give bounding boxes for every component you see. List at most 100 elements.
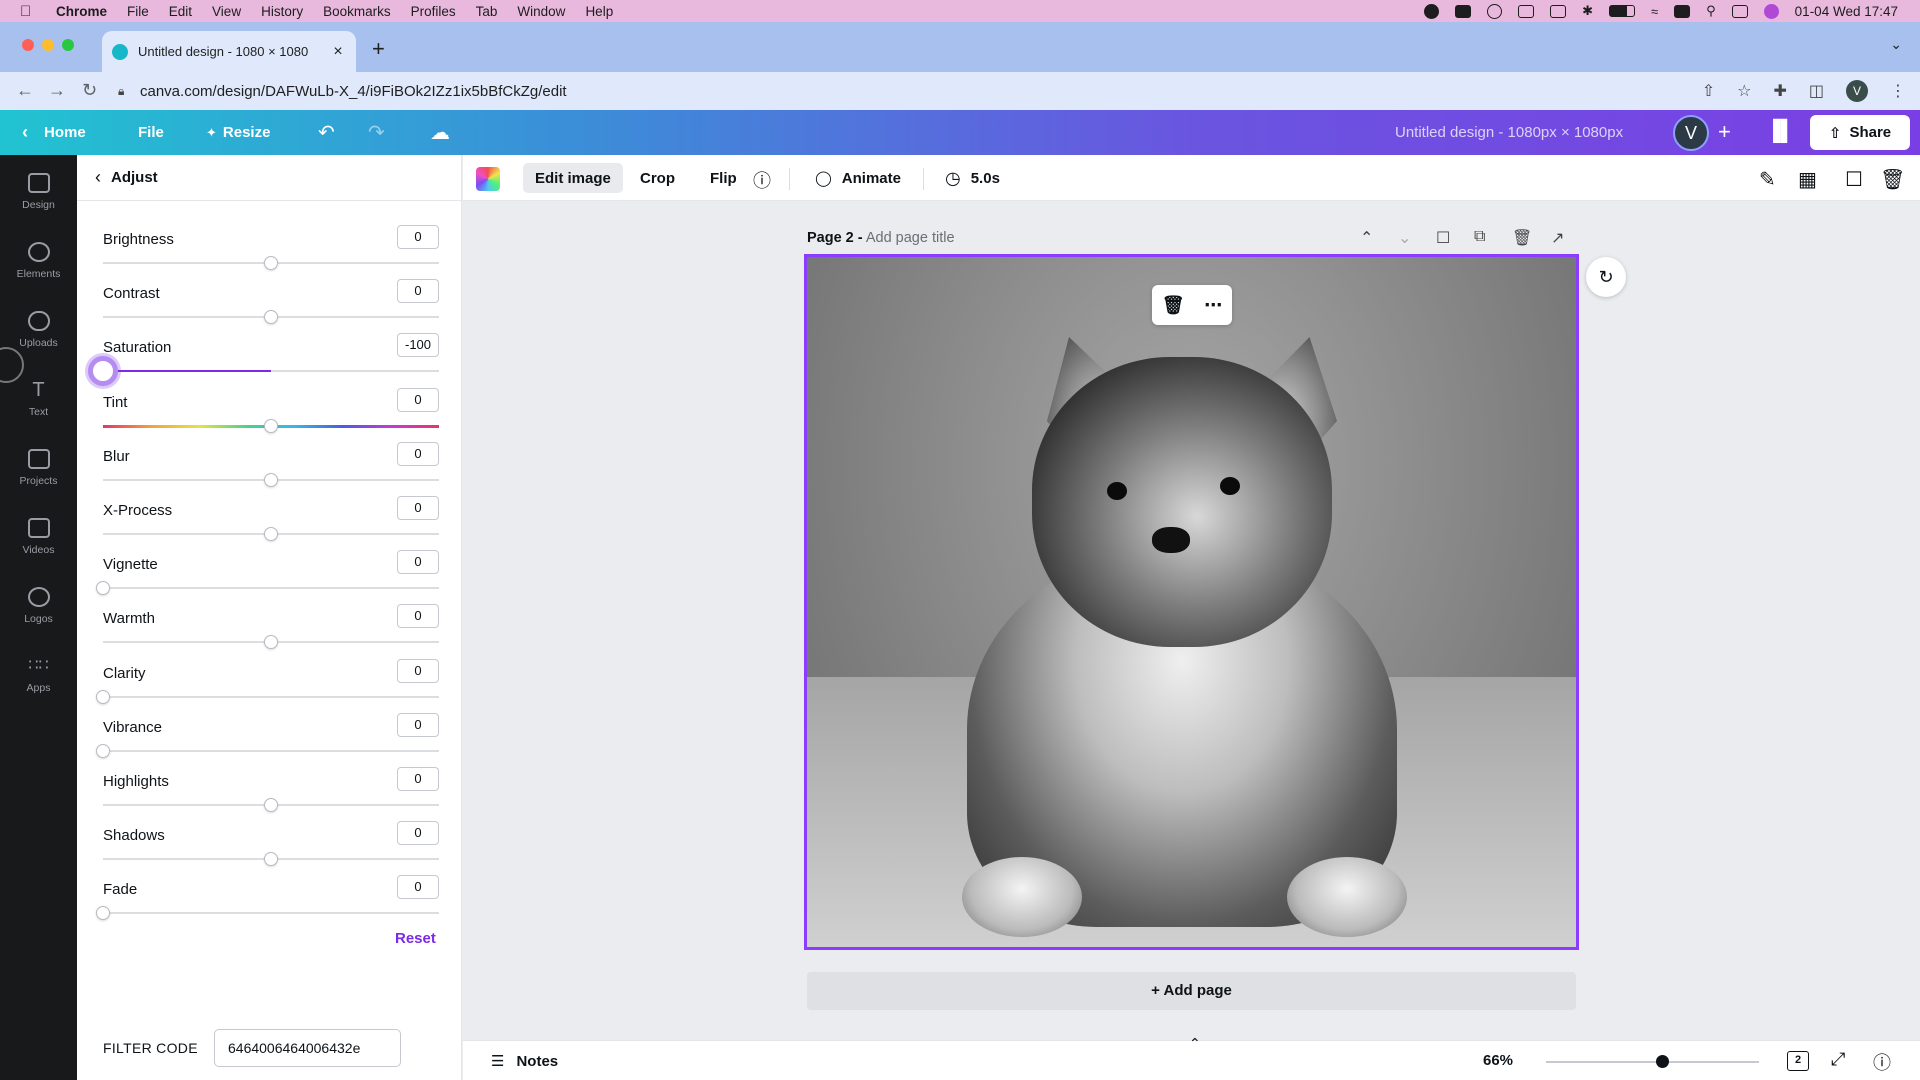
home-button[interactable]: ‹ Home [22,110,86,155]
adjust-slider-thumb[interactable] [264,310,278,325]
adjust-value-input[interactable]: -100 [397,333,439,358]
analytics-icon[interactable]: ▐▌ [1766,120,1794,143]
adjust-value-input[interactable]: 0 [397,387,439,412]
delete-element-icon[interactable]: 🗑︎ [1162,295,1185,316]
delete-page-icon[interactable]: 🗑︎ [1512,228,1532,248]
adjust-slider-thumb[interactable] [96,581,110,596]
profile-avatar[interactable]: V [1846,80,1868,102]
rail-elements[interactable]: Elements [0,242,77,280]
add-page-icon[interactable]: ↗ [1551,228,1564,248]
file-menu-button[interactable]: File [138,110,164,155]
record-icon[interactable] [1424,3,1440,19]
rail-apps[interactable]: ∷∷ Apps [0,656,77,694]
fullscreen-icon[interactable]: ⤢ [1831,1049,1845,1070]
browser-menu-icon[interactable]: ⋮ [1890,81,1906,101]
color-filter-swatch[interactable] [476,167,500,191]
duration-button[interactable]: ◷ 5.0s [933,163,1012,193]
adjust-value-input[interactable]: 0 [397,821,439,846]
adjust-value-input[interactable]: 0 [397,767,439,791]
copy-style-icon[interactable]: ✎ [1759,167,1776,192]
menu-help[interactable]: Help [585,4,613,19]
adjust-value-input[interactable]: 0 [397,604,439,629]
design-page[interactable] [804,254,1579,950]
menu-history[interactable]: History [261,4,303,19]
apple-icon[interactable]:  [20,3,38,20]
adjust-value-input[interactable]: 0 [397,279,439,304]
page-title-input[interactable]: Add page title [866,230,955,246]
trash-icon[interactable]: 🗑︎ [1880,167,1905,192]
lock-icon[interactable]: 🔒︎ [118,84,130,99]
menu-edit[interactable]: Edit [169,4,192,19]
menu-tab[interactable]: Tab [476,4,498,19]
help-icon[interactable]: ⓘ [1873,1049,1891,1075]
rail-videos[interactable]: Videos [0,518,77,556]
menu-bookmarks[interactable]: Bookmarks [323,4,391,19]
adjust-value-input[interactable]: 0 [397,496,439,520]
adjust-value-input[interactable]: 0 [397,712,439,737]
siri-icon[interactable] [1763,3,1779,19]
close-tab-icon[interactable]: × [330,43,346,61]
clock[interactable]: 01-04 Wed 17:47 [1795,4,1898,19]
lock-icon[interactable]: ☐ [1845,167,1863,192]
adjust-slider-thumb[interactable] [264,418,278,433]
rail-design[interactable]: Design [0,173,77,211]
reset-button[interactable]: Reset [395,930,436,947]
filter-code-input[interactable]: 6464006464006432e [214,1029,401,1067]
adjust-slider-thumb[interactable] [88,356,118,387]
page-count-badge[interactable]: 2 [1787,1051,1809,1071]
close-window-button[interactable] [22,39,34,51]
adjust-slider-thumb[interactable] [264,852,278,867]
back-icon[interactable]: ← [16,80,34,101]
url-text[interactable]: canva.com/design/DAFWuLb-X_4/i9FiBOk2IZz… [140,83,567,100]
show-pages-chevron-icon[interactable]: ⌃ [1189,1035,1201,1052]
add-page-button[interactable]: + Add page [807,972,1576,1010]
rail-projects[interactable]: Projects [0,449,77,487]
forward-icon[interactable]: → [48,80,66,101]
battery-icon[interactable] [1609,5,1635,17]
more-options-icon[interactable]: ⋯ [1204,295,1222,316]
page-up-icon[interactable]: ⌃ [1360,228,1373,248]
edit-image-button[interactable]: Edit image [523,163,623,193]
share-page-icon[interactable]: ⇧ [1702,81,1715,101]
adjust-value-input[interactable]: 0 [397,225,439,249]
info-icon[interactable]: ⓘ [753,167,771,193]
zoom-percentage[interactable]: 66% [1483,1041,1513,1080]
transparency-icon[interactable]: ▦ [1798,167,1817,192]
menu-profiles[interactable]: Profiles [411,4,456,19]
adjust-slider-thumb[interactable] [96,906,110,921]
bookmark-star-icon[interactable]: ☆ [1737,81,1751,101]
zoom-window-button[interactable] [62,39,74,51]
adjust-slider-track[interactable] [103,587,439,590]
adjust-slider-track[interactable] [103,695,439,698]
wifi-icon[interactable]: ≈ [1651,4,1658,19]
adjust-slider-thumb[interactable] [96,689,110,704]
new-tab-button[interactable]: + [372,36,385,62]
side-panel-icon[interactable]: ◫ [1809,81,1824,101]
menu-view[interactable]: View [212,4,241,19]
adjust-slider-thumb[interactable] [264,472,278,487]
adjust-slider-thumb[interactable] [264,527,278,541]
reload-icon[interactable]: ↻ [82,80,97,101]
app-a-icon[interactable] [1455,4,1472,18]
spotlight-icon[interactable]: ⚲ [1706,3,1716,19]
adjust-back-button[interactable]: ‹ Adjust [77,155,462,201]
menu-file[interactable]: File [127,4,149,19]
control-center-icon[interactable] [1731,4,1748,18]
url-field[interactable]: 🔒︎ canva.com/design/DAFWuLb-X_4/i9FiBOk2… [118,76,1758,106]
undo-icon[interactable]: ↶ [318,120,335,145]
cloud-save-icon[interactable]: ☁ [430,120,450,145]
flip-button[interactable]: Flip [698,163,749,193]
zoom-slider-thumb[interactable] [1655,1055,1669,1068]
minimize-window-button[interactable] [42,39,54,51]
browser-tab[interactable]: Untitled design - 1080 × 1080 × [102,31,356,72]
adjust-value-input[interactable]: 0 [397,875,439,900]
bluetooth-icon[interactable]: ✱ [1582,3,1593,19]
extensions-icon[interactable]: ✚ [1773,81,1786,101]
tab-search-icon[interactable]: ⌄ [1890,36,1902,53]
resize-button[interactable]: ✦ Resize [206,110,270,155]
redo-icon[interactable]: ↷ [368,120,385,145]
rail-uploads[interactable]: Uploads [0,311,77,349]
plus-icon[interactable]: + [1718,119,1731,145]
adjust-slider-thumb[interactable] [264,256,278,270]
adjust-slider-track[interactable] [103,912,439,915]
